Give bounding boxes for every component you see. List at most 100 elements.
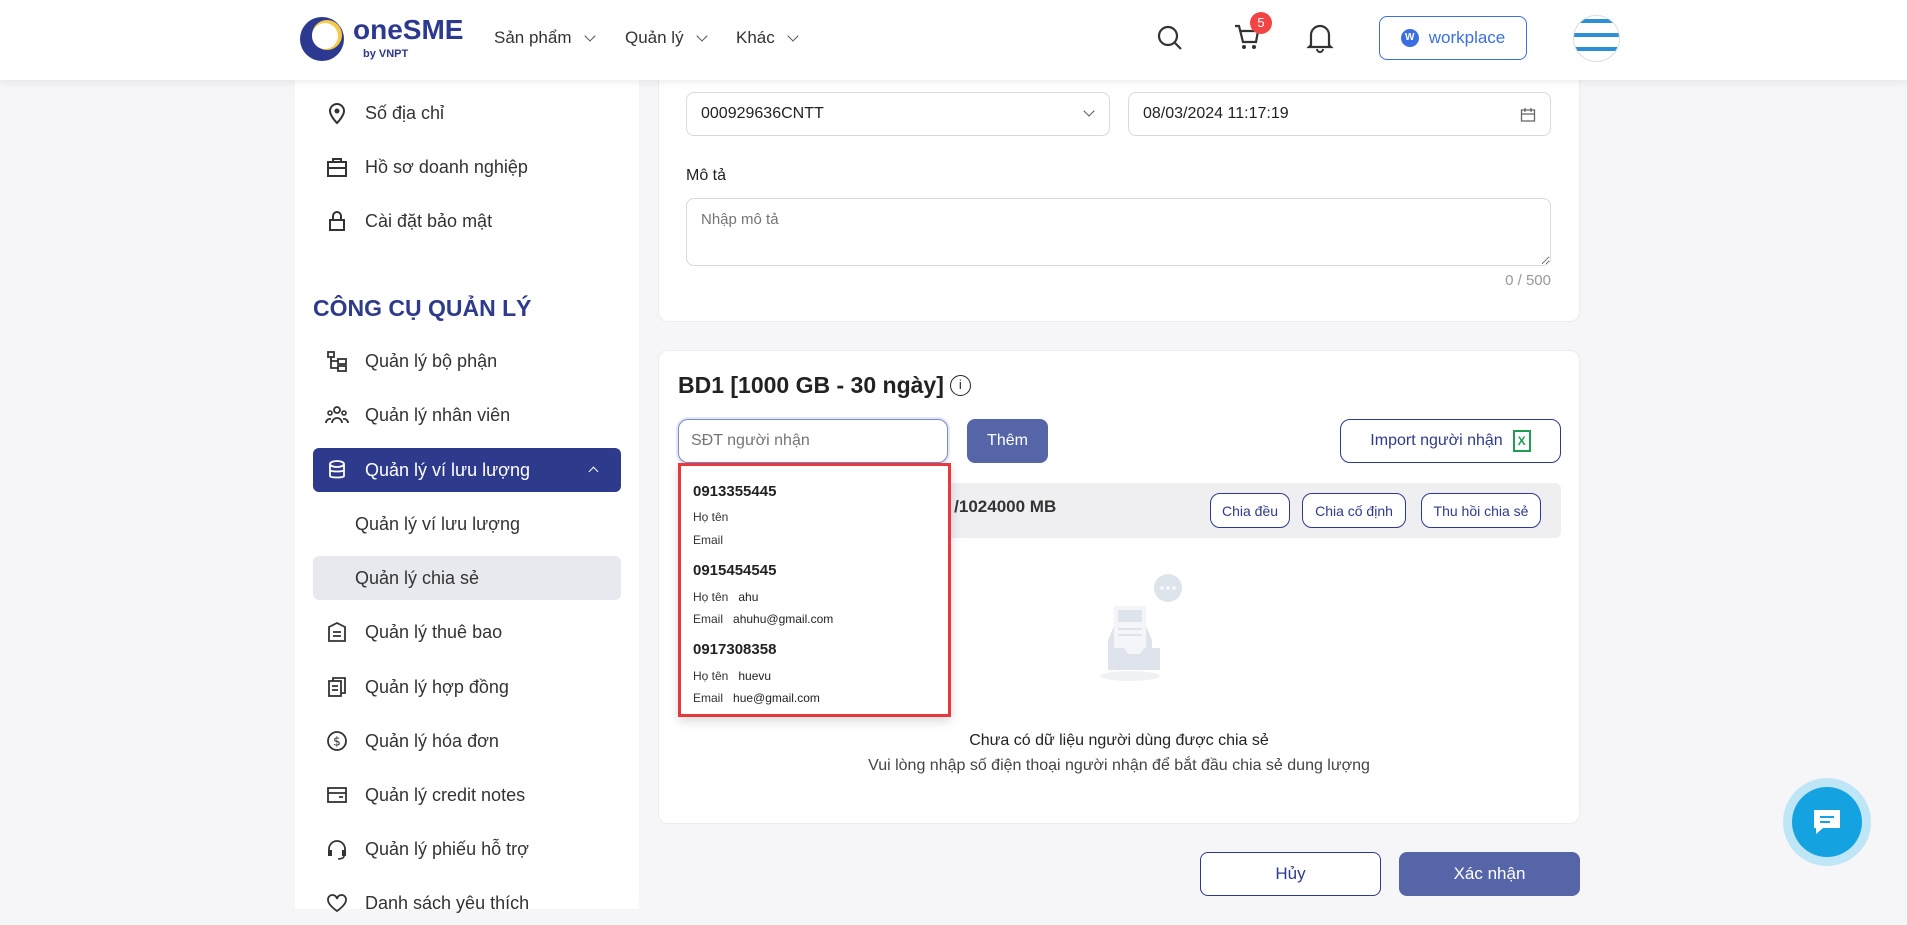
sidebar-item-label: Quản lý ví lưu lượng — [365, 459, 530, 480]
description-label: Mô tả — [686, 167, 727, 184]
calendar-icon — [1520, 108, 1536, 122]
workplace-button[interactable]: W workplace — [1379, 16, 1527, 60]
sidebar-item-invoices[interactable]: $ Quản lý hóa đơn — [313, 719, 621, 763]
account-value: 000929636CNTT — [701, 105, 824, 122]
briefcase-icon — [325, 155, 349, 179]
suggestion-name: Họ tên huevu — [693, 669, 772, 683]
sidebar-item-label: Hồ sơ doanh nghiệp — [365, 156, 528, 177]
date-picker[interactable]: 08/03/2024 11:17:19 — [1128, 92, 1551, 136]
suggestion-phone: 0915454545 — [693, 562, 777, 579]
sidebar-item-favorites[interactable]: Danh sách yêu thích — [313, 881, 621, 925]
chevron-down-icon — [787, 30, 799, 42]
package-title-text: BD1 [1000 GB - 30 ngày] — [678, 372, 944, 398]
suggestion-name: Họ tên ahu — [693, 590, 759, 604]
sidebar-item-label: Số địa chỉ — [365, 102, 445, 123]
sidebar-item-label: Quản lý phiếu hỗ trợ — [365, 838, 529, 859]
sidebar-item-employees[interactable]: Quản lý nhân viên — [313, 393, 621, 437]
empty-inbox-icon — [1100, 574, 1182, 681]
package-title: BD1 [1000 GB - 30 ngày] i — [678, 372, 971, 399]
sidebar-item-label: Quản lý credit notes — [365, 784, 526, 805]
headset-icon — [325, 837, 349, 861]
description-textarea[interactable] — [686, 198, 1551, 266]
documents-icon — [325, 675, 349, 699]
sidebar-item-departments[interactable]: Quản lý bộ phận — [313, 339, 621, 383]
sidebar-item-label: Quản lý hợp đồng — [365, 676, 509, 697]
nav-label: Quản lý — [625, 28, 684, 47]
workplace-icon: W — [1400, 29, 1419, 47]
sidebar-item-label: Quản lý thuê bao — [365, 621, 503, 642]
sidebar-item-subscriptions[interactable]: Quản lý thuê bao — [313, 610, 621, 654]
svg-text:$: $ — [333, 735, 341, 749]
sidebar-item-contracts[interactable]: Quản lý hợp đồng — [313, 665, 621, 709]
cancel-button[interactable]: Hủy — [1200, 852, 1381, 896]
sidebar-item-security[interactable]: Cài đặt bảo mật — [313, 199, 621, 243]
database-icon — [325, 458, 349, 482]
suggestion-phone: 0913355445 — [693, 483, 777, 500]
description-counter: 0 / 500 — [1505, 272, 1551, 289]
add-button[interactable]: Thêm — [967, 419, 1048, 463]
sidebar-item-label: Cài đặt bảo mật — [365, 210, 493, 231]
sidebar-item-label: Quản lý bộ phận — [365, 350, 498, 371]
sidebar-item-credit-notes[interactable]: Quản lý credit notes — [313, 773, 621, 817]
import-recipients-button[interactable]: Import người nhận X — [1340, 419, 1561, 463]
empty-description: Vui lòng nhập số điện thoại người nhận đ… — [868, 757, 1370, 774]
sidebar-subitem-sharing[interactable]: Quản lý chia sẻ — [313, 556, 621, 600]
empty-title: Chưa có dữ liệu người dùng được chia sẻ — [969, 732, 1269, 749]
nav-label: Khác — [736, 28, 775, 47]
info-icon[interactable]: i — [949, 375, 971, 396]
confirm-button[interactable]: Xác nhận — [1399, 852, 1580, 896]
logo-sub: by VNPT — [363, 48, 409, 60]
suggestion-phone: 0917308358 — [693, 641, 777, 658]
nav-manage[interactable]: Quản lý — [625, 28, 708, 48]
cart-badge: 5 — [1250, 12, 1272, 34]
suggestion-email: Email — [693, 533, 724, 547]
sidebar-item-label: Danh sách yêu thích — [365, 892, 530, 913]
nav-other[interactable]: Khác — [736, 28, 799, 48]
revoke-share-button[interactable]: Thu hồi chia sẻ — [1421, 493, 1541, 528]
top-header: oneSME by VNPT Sản phẩm Quản lý Khác 5 W… — [0, 0, 1907, 80]
suggestion-name: Họ tên — [693, 510, 729, 524]
split-equal-button[interactable]: Chia đều — [1210, 493, 1290, 528]
sidebar-item-label: Quản lý ví lưu lượng — [355, 513, 520, 534]
logo-icon — [300, 17, 344, 61]
sidebar-item-label: Quản lý hóa đơn — [365, 730, 499, 751]
location-pin-icon — [325, 101, 349, 125]
sidebar-item-business-profile[interactable]: Hồ sơ doanh nghiệp — [313, 145, 621, 189]
avatar[interactable] — [1573, 15, 1620, 62]
chat-icon — [1792, 787, 1862, 857]
nav-products[interactable]: Sản phẩm — [494, 28, 596, 48]
date-value: 08/03/2024 11:17:19 — [1143, 105, 1289, 122]
sidebar-item-label: Quản lý nhân viên — [365, 404, 511, 425]
subscription-icon — [325, 620, 349, 644]
account-select[interactable]: 000929636CNTT — [686, 92, 1110, 136]
dollar-circle-icon: $ — [325, 729, 349, 753]
sidebar-subitem-data-wallet[interactable]: Quản lý ví lưu lượng — [313, 502, 621, 546]
split-fixed-button[interactable]: Chia cố định — [1302, 493, 1406, 528]
sidebar-item-data-wallet[interactable]: Quản lý ví lưu lượng — [313, 448, 621, 492]
logo-text: oneSME — [353, 14, 464, 45]
sidebar-item-support[interactable]: Quản lý phiếu hỗ trợ — [313, 827, 621, 871]
lock-icon — [325, 209, 349, 233]
chat-button[interactable] — [1783, 778, 1871, 866]
chevron-down-icon — [1083, 105, 1095, 117]
hierarchy-icon — [325, 349, 349, 373]
logo[interactable]: oneSME by VNPT — [297, 14, 467, 64]
search-icon[interactable] — [1156, 24, 1184, 52]
excel-icon: X — [1512, 430, 1531, 452]
sidebar-item-address[interactable]: Số địa chỉ — [313, 91, 621, 135]
suggestion-email: Email ahuhu@gmail.com — [693, 612, 834, 626]
users-icon — [325, 403, 349, 427]
chevron-down-icon — [695, 30, 708, 42]
recipient-suggestions-dropdown: 0913355445 Họ tên Email 0915454545 Họ tê… — [678, 463, 951, 717]
suggestion-email: Email hue@gmail.com — [693, 691, 820, 705]
heart-icon — [325, 891, 349, 915]
phone-input[interactable] — [678, 419, 948, 463]
share-total: 0 /1024000 MB — [940, 497, 1057, 516]
bell-icon[interactable] — [1306, 22, 1334, 54]
nav-label: Sản phẩm — [494, 28, 572, 47]
import-label: Import người nhận — [1370, 432, 1503, 449]
workplace-label: workplace — [1428, 28, 1506, 47]
section-title: CÔNG CỤ QUẢN LÝ — [313, 295, 532, 321]
chevron-down-icon — [583, 30, 596, 42]
card-icon — [325, 783, 349, 807]
